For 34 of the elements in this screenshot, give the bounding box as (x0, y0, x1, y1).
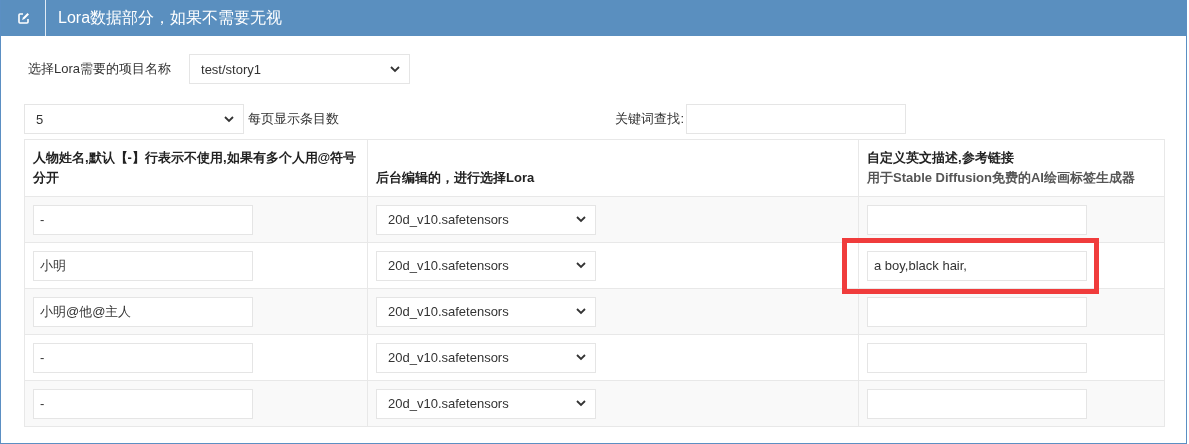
description-field[interactable] (867, 204, 1087, 235)
caret-icon (576, 262, 586, 269)
name-field[interactable]: 小明 (33, 250, 253, 281)
search-label: 关键词查找: (615, 110, 684, 128)
edit-icon (16, 11, 30, 25)
lora-select[interactable]: 20d_v10.safetensors (376, 250, 596, 281)
panel-title: Lora数据部分，如果不需要无视 (57, 7, 283, 28)
caret-icon (224, 115, 234, 123)
column-header: 后台编辑的，进行选择Lora (367, 139, 859, 197)
name-field[interactable]: - (33, 204, 253, 235)
project-label: 选择Lora需要的项目名称 (28, 60, 172, 78)
lora-select[interactable]: 20d_v10.safetensors (376, 342, 596, 373)
name-field[interactable]: 小明@他@主人 (33, 296, 253, 327)
link[interactable]: 用于Stable Diffusion免费的AI绘画标签生成器 (867, 168, 1135, 188)
caret-icon (576, 400, 586, 407)
lora-select[interactable]: 20d_v10.safetensors (376, 296, 596, 327)
column-header: 人物姓名,默认【-】行表示不使用,如果有多个人用@符号分开 (24, 139, 368, 197)
page-size-label: 每页显示条目数 (248, 110, 339, 128)
lora-select[interactable]: 20d_v10.safetensors (376, 204, 596, 235)
caret-icon (576, 354, 586, 361)
page-size-select[interactable]: 5 (24, 104, 244, 134)
column-header: 自定义英文描述,参考链接 用于Stable Diffusion免费的AI绘画标签生成器 (858, 139, 1165, 197)
description-field[interactable] (867, 296, 1087, 327)
project-select[interactable]: test/story1 (189, 54, 411, 84)
caret-icon (576, 216, 586, 223)
description-field[interactable] (867, 342, 1087, 373)
description-field[interactable]: a boy,black hair, (867, 250, 1087, 281)
name-field[interactable]: - (33, 388, 253, 419)
description-field[interactable] (867, 388, 1087, 419)
name-field[interactable]: - (33, 342, 253, 373)
search-field[interactable] (686, 104, 906, 134)
caret-icon (576, 308, 586, 315)
caret-icon (390, 65, 401, 73)
lora-select[interactable]: 20d_v10.safetensors (376, 388, 596, 419)
